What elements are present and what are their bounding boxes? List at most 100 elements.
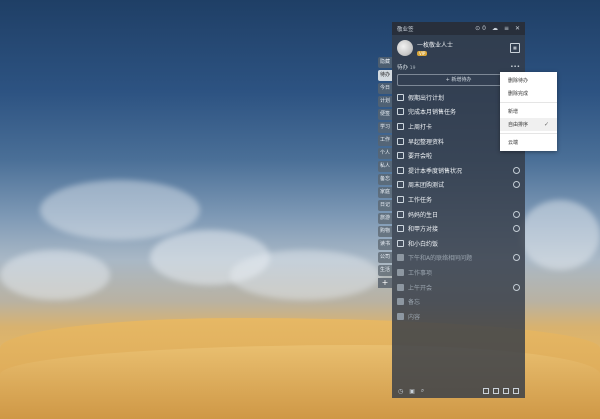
side-tab[interactable]: 隐藏: [378, 57, 392, 68]
avatar[interactable]: [397, 40, 413, 56]
task-item[interactable]: 和甲方对接: [392, 221, 525, 236]
side-tab[interactable]: 旅游: [378, 213, 392, 224]
task-item[interactable]: 和小白约饭: [392, 236, 525, 251]
task-text: 提计本季度销售状况: [408, 167, 463, 175]
side-tab[interactable]: 学习: [378, 122, 392, 133]
task-checkbox[interactable]: [397, 298, 404, 306]
menu-divider: [500, 133, 557, 134]
task-checkbox[interactable]: [397, 225, 404, 233]
task-checkbox[interactable]: [397, 152, 404, 160]
task-checkbox[interactable]: [397, 239, 404, 247]
grid-icon[interactable]: [493, 388, 499, 394]
task-checkbox[interactable]: [397, 312, 404, 320]
calendar-icon[interactable]: ▦: [510, 43, 520, 53]
task-checkbox[interactable]: [397, 181, 404, 189]
title-bar[interactable]: 敬业签 ⊙ 0 ☁ ≡ ✕: [392, 22, 525, 35]
task-checkbox[interactable]: [397, 195, 404, 203]
clock-icon[interactable]: ◷: [398, 388, 403, 395]
side-tab[interactable]: 公司: [378, 252, 392, 263]
menu-item-label: 删除待办: [508, 78, 529, 84]
search-icon[interactable]: ⌕: [421, 387, 424, 395]
task-item[interactable]: 工作任务: [392, 192, 525, 207]
side-tab[interactable]: 读书: [378, 239, 392, 250]
side-tab[interactable]: 今日: [378, 83, 392, 94]
settings-icon[interactable]: [513, 388, 519, 394]
task-item[interactable]: 周末团购测试: [392, 178, 525, 193]
task-text: 内容: [408, 313, 421, 321]
menu-item[interactable]: 删除待办: [500, 74, 557, 87]
menu-item-label: 自由排序: [508, 122, 529, 128]
list-count: 19: [409, 65, 416, 71]
app-title: 敬业签: [397, 26, 414, 33]
notification-count-icon[interactable]: ⊙ 0: [475, 25, 486, 32]
menu-divider: [500, 102, 557, 103]
list-title: 待办: [397, 64, 409, 71]
task-text: 和小白约饭: [408, 240, 439, 248]
image-icon[interactable]: [503, 388, 509, 394]
task-checkbox[interactable]: [397, 166, 404, 174]
profile-section: 一枚敬业人士 VIP ▦: [392, 35, 525, 61]
more-icon[interactable]: •••: [510, 64, 520, 70]
vip-badge: VIP: [417, 50, 428, 56]
task-item[interactable]: 上午开会: [392, 280, 525, 295]
cloud-icon[interactable]: ☁: [492, 25, 498, 32]
task-checkbox[interactable]: [397, 122, 404, 130]
task-checkbox[interactable]: [397, 108, 404, 116]
reminder-clock-icon: [513, 181, 520, 189]
side-tab-strip: 隐藏待办今日计划便签学习工作个人私人备忘家庭日记旅游购物读书公司生活 +: [378, 57, 392, 288]
task-checkbox[interactable]: [397, 93, 404, 101]
task-checkbox[interactable]: [397, 283, 404, 291]
side-tab[interactable]: 购物: [378, 226, 392, 237]
task-text: 上午开会: [408, 284, 433, 292]
task-text: 要开会啦: [408, 153, 433, 161]
task-checkbox[interactable]: [397, 137, 404, 145]
notification-count: 0: [482, 25, 486, 32]
context-menu: 删除待办删除完成新增自由排序 ✓ 云端: [500, 72, 557, 151]
side-tab[interactable]: 工作: [378, 135, 392, 146]
bottom-toolbar: ◷ ▣ ⌕: [392, 384, 525, 398]
side-tab[interactable]: 家庭: [378, 187, 392, 198]
side-tab[interactable]: 待办: [378, 70, 392, 81]
reminder-clock-icon: [513, 166, 520, 174]
add-tab-icon[interactable]: +: [378, 278, 392, 288]
add-icon[interactable]: [483, 388, 489, 394]
task-item[interactable]: 下午和A的联络相同问题: [392, 251, 525, 266]
menu-item[interactable]: 删除完成: [500, 87, 557, 100]
task-checkbox[interactable]: [397, 268, 404, 276]
side-tab[interactable]: 备忘: [378, 174, 392, 185]
menu-item[interactable]: 自由排序 ✓: [500, 118, 557, 131]
task-checkbox[interactable]: [397, 254, 404, 262]
task-text: 和甲方对接: [408, 226, 439, 234]
task-text: 周末团购测试: [408, 182, 445, 190]
menu-item-label: 新增: [508, 109, 519, 115]
task-text: 妈妈的生日: [408, 211, 439, 219]
side-tab[interactable]: 个人: [378, 148, 392, 159]
menu-item-label: 云端: [508, 140, 519, 146]
task-item[interactable]: 妈妈的生日: [392, 207, 525, 222]
task-text: 工作事项: [408, 269, 433, 277]
side-tab[interactable]: 日记: [378, 200, 392, 211]
side-tab[interactable]: 计划: [378, 96, 392, 107]
task-item[interactable]: 提计本季度销售状况: [392, 163, 525, 178]
task-text: 下午和A的联络相同问题: [408, 255, 473, 263]
check-icon: ✓: [543, 121, 549, 128]
side-tab[interactable]: 私人: [378, 161, 392, 172]
reminder-clock-icon: [513, 254, 520, 262]
task-item[interactable]: 内容: [392, 309, 525, 324]
side-tab[interactable]: 生活: [378, 265, 392, 276]
close-icon[interactable]: ✕: [515, 25, 520, 32]
task-item[interactable]: 工作事项: [392, 265, 525, 280]
menu-item[interactable]: 云端: [500, 136, 557, 149]
menu-item[interactable]: 新增: [500, 105, 557, 118]
task-checkbox[interactable]: [397, 210, 404, 218]
reminder-clock-icon: [513, 225, 520, 233]
reminder-clock-icon: [513, 283, 520, 291]
task-text: 工作任务: [408, 196, 433, 204]
calendar-small-icon[interactable]: ▣: [409, 388, 415, 395]
task-item[interactable]: 备忘: [392, 294, 525, 309]
task-text: 备忘: [408, 299, 421, 307]
side-tab[interactable]: 便签: [378, 109, 392, 120]
menu-icon[interactable]: ≡: [504, 25, 509, 32]
reminder-clock-icon: [513, 210, 520, 218]
menu-item-label: 删除完成: [508, 91, 529, 97]
